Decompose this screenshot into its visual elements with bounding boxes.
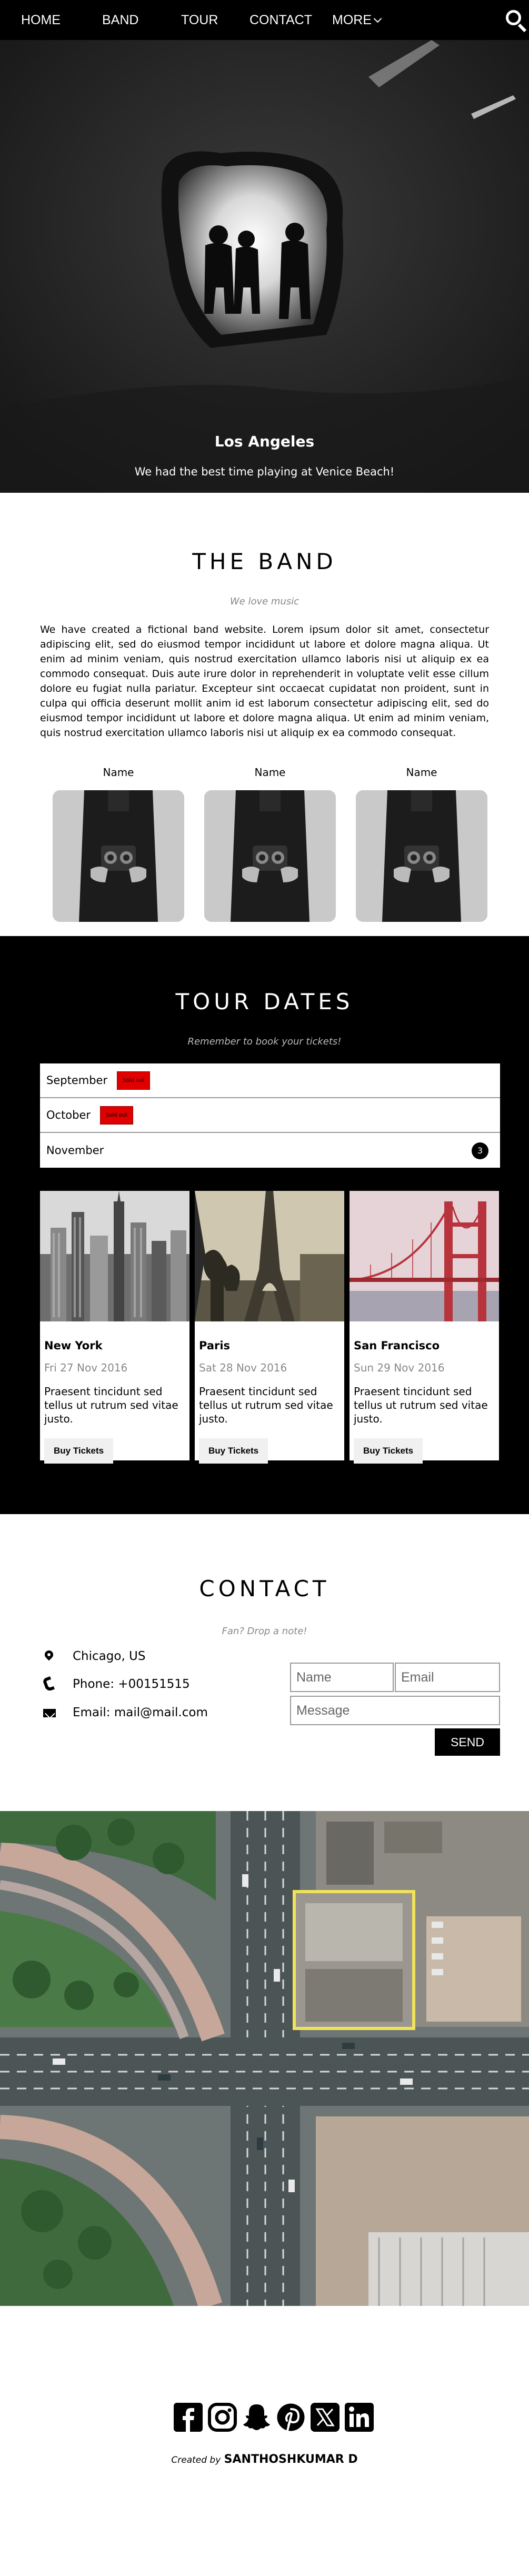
city-description: Praesent tincidunt sed tellus ut rutrum … [199,1385,333,1425]
hero-slide: Los Angeles We had the best time playing… [0,40,529,493]
month-label: November [46,1144,104,1157]
tour-month-item[interactable]: November 3 [40,1133,500,1168]
hero-title: Los Angeles [214,433,315,450]
band-member: Name [356,766,487,924]
city-date: Sat 28 Nov 2016 [199,1361,287,1374]
city-description: Praesent tincidunt sed tellus ut rutrum … [44,1385,178,1425]
created-by-label: Created by [171,2455,221,2465]
tour-month-list: September Sold out October Sold out Nove… [40,1063,500,1168]
tour-section-title: TOUR DATES [175,989,354,1015]
chevron-down-icon [373,14,382,23]
band-member: Name [53,766,184,924]
send-button[interactable]: SEND [435,1728,500,1756]
snapchat-icon[interactable] [241,2402,272,2433]
instagram-icon[interactable] [207,2402,238,2433]
top-nav: HOME BAND TOUR CONTACT MORE [0,0,529,40]
map-pin-icon [42,1648,58,1664]
city-description: Praesent tincidunt sed tellus ut rutrum … [354,1385,488,1425]
nav-band[interactable]: BAND [102,0,138,40]
contact-email: Email: mail@mail.com [42,1705,208,1720]
buy-tickets-button[interactable]: Buy Tickets [354,1438,423,1464]
hero-image [0,40,529,493]
city-name: New York [44,1339,103,1352]
footer-credit: Created by SANTHOSHKUMAR D [0,2453,529,2466]
band-section-title: THE BAND [192,549,337,574]
nav-more-label: MORE [332,13,372,27]
search-icon[interactable] [502,6,529,34]
band-description: We have created a fictional band website… [40,624,489,739]
tour-city-card: San Francisco Sun 29 Nov 2016 Praesent t… [349,1191,499,1464]
message-field[interactable] [290,1696,500,1725]
city-date: Fri 27 Nov 2016 [44,1361,128,1374]
email-field[interactable] [395,1663,500,1692]
tour-month-item[interactable]: October Sold out [40,1098,500,1133]
band-member-photo[interactable] [53,790,184,922]
tour-month-item[interactable]: September Sold out [40,1063,500,1098]
band-member: Name [204,766,336,924]
band-tagline: We love music [229,596,300,607]
social-links [173,2402,375,2433]
contact-tagline: Fan? Drop a note! [222,1626,307,1637]
tour-city-card: Paris Sat 28 Nov 2016 Praesent tincidunt… [195,1191,344,1464]
band-member-name: Name [254,766,286,779]
contact-section-title: CONTACT [199,1576,330,1602]
facebook-icon[interactable] [173,2402,204,2433]
band-member-name: Name [103,766,134,779]
pinterest-icon[interactable] [275,2402,306,2433]
linkedin-icon[interactable] [344,2402,375,2433]
nav-home[interactable]: HOME [21,0,61,40]
band-member-photo[interactable] [204,790,336,922]
paris-image [195,1191,344,1321]
contact-phone: Phone: +00151515 [42,1676,190,1692]
city-date: Sun 29 Nov 2016 [354,1361,445,1374]
nav-contact[interactable]: CONTACT [249,0,312,40]
location-text: Chicago, US [73,1649,146,1663]
month-label: September [46,1074,108,1087]
nav-tour[interactable]: TOUR [181,0,218,40]
contact-location: Chicago, US [42,1648,146,1664]
buy-tickets-button[interactable]: Buy Tickets [199,1438,268,1464]
count-badge: 3 [472,1142,488,1159]
email-text: Email: mail@mail.com [73,1706,208,1719]
x-twitter-icon[interactable] [310,2402,341,2433]
month-label: October [46,1109,91,1121]
band-member-photo[interactable] [356,790,487,922]
band-member-name: Name [406,766,437,779]
sold-out-badge: Sold out [100,1106,134,1125]
tour-section: TOUR DATES Remember to book your tickets… [0,936,529,1514]
hero-subtitle: We had the best time playing at Venice B… [134,465,395,478]
envelope-icon [42,1705,58,1720]
tour-city-card: New York Fri 27 Nov 2016 Praesent tincid… [40,1191,189,1464]
aerial-city-map-image [0,1811,529,2306]
san-francisco-image [349,1191,499,1321]
sold-out-badge: Sold out [117,1071,151,1090]
name-field[interactable] [290,1663,394,1692]
new-york-image [40,1191,189,1321]
city-name: San Francisco [354,1339,440,1352]
city-name: Paris [199,1339,231,1352]
nav-more-dropdown[interactable]: MORE [332,0,382,40]
phone-icon [42,1676,58,1692]
author-name: SANTHOSHKUMAR D [224,2453,358,2466]
tour-tagline: Remember to book your tickets! [187,1036,342,1047]
buy-tickets-button[interactable]: Buy Tickets [44,1438,114,1464]
phone-text: Phone: +00151515 [73,1677,190,1691]
